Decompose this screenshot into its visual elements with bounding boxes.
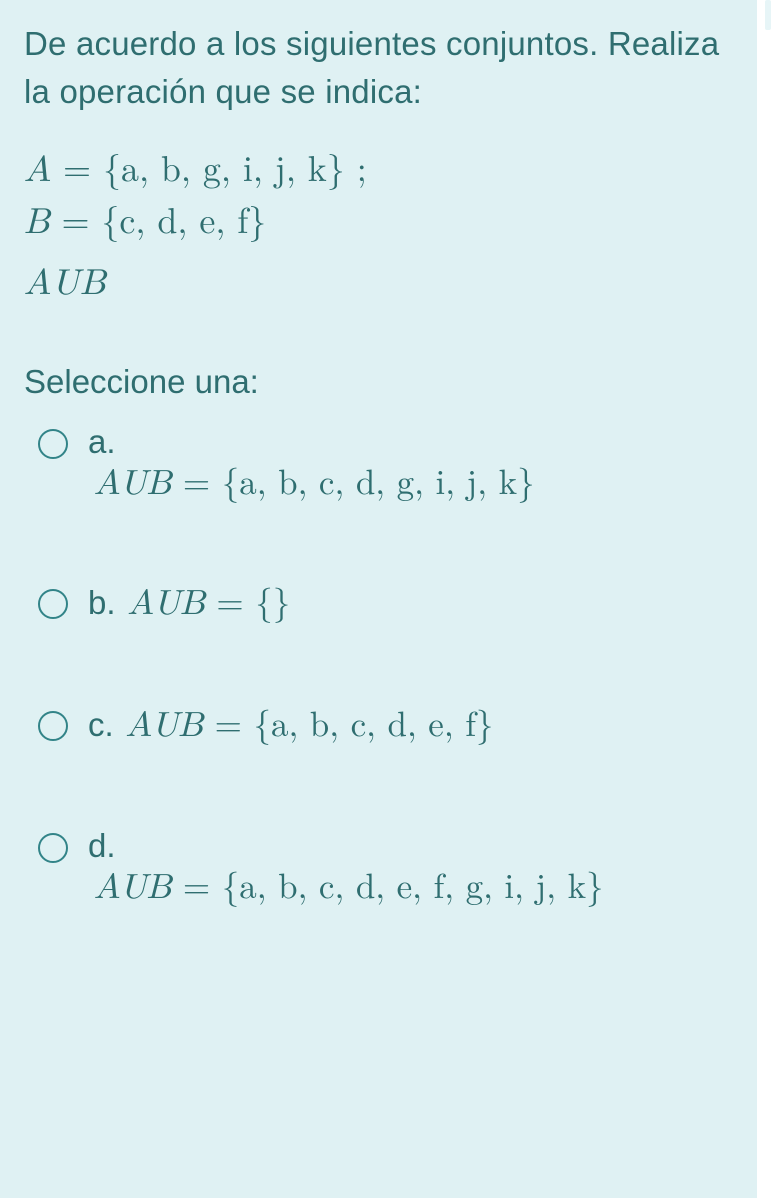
set-a-lhs: A xyxy=(24,152,51,188)
set-b-lhs: B xyxy=(24,204,50,240)
radio-a[interactable] xyxy=(38,429,68,459)
scrollbar-hint xyxy=(765,0,771,30)
option-c-body: c. AUB = {a, b, c, d, e, f} xyxy=(88,705,751,747)
option-b-math: AUB = {} xyxy=(128,583,291,625)
question-sets: A = {a, b, g, i, j, k} ; B = {c, d, e, f… xyxy=(24,144,751,248)
option-c-eq: = xyxy=(203,708,253,743)
option-c-lhs: AUB xyxy=(126,708,203,743)
set-b-rhs: {c, d, e, f} xyxy=(101,204,266,240)
radio-c[interactable] xyxy=(38,711,68,741)
option-c-math: AUB = {a, b, c, d, e, f} xyxy=(126,705,494,747)
operation-label: AUB xyxy=(24,262,751,305)
option-d-body: d. AUB = {a, b, c, d, e, f, g, i, j, k} xyxy=(88,827,751,909)
option-c-rhs: {a, b, c, d, e, f} xyxy=(253,708,493,743)
option-b-eq: = xyxy=(205,586,255,621)
option-d[interactable]: d. AUB = {a, b, c, d, e, f, g, i, j, k} xyxy=(24,827,751,909)
set-a-eq: = xyxy=(51,152,103,188)
set-a-rhs: {a, b, g, i, j, k} ; xyxy=(103,152,367,188)
option-a-math: AUB = {a, b, c, d, g, i, j, k} xyxy=(94,463,751,505)
radio-b[interactable] xyxy=(38,589,68,619)
option-c[interactable]: c. AUB = {a, b, c, d, e, f} xyxy=(24,705,751,747)
select-one-label: Seleccione una: xyxy=(24,363,751,401)
option-d-letter: d. xyxy=(88,827,751,865)
option-b-body: b. AUB = {} xyxy=(88,583,751,625)
option-d-math: AUB = {a, b, c, d, e, f, g, i, j, k} xyxy=(94,867,751,909)
option-b-lhs: AUB xyxy=(128,586,205,621)
right-edge-strip xyxy=(757,0,771,1198)
option-a[interactable]: a. AUB = {a, b, c, d, g, i, j, k} xyxy=(24,423,751,505)
set-b-eq: = xyxy=(50,204,102,240)
option-d-rhs: {a, b, c, d, e, f, g, i, j, k} xyxy=(222,870,604,905)
option-a-lhs: AUB xyxy=(94,466,171,501)
set-a-line: A = {a, b, g, i, j, k} ; xyxy=(24,144,751,196)
option-d-lhs: AUB xyxy=(94,870,171,905)
option-b-letter: b. xyxy=(88,584,116,622)
option-a-rhs: {a, b, c, d, g, i, j, k} xyxy=(222,466,535,501)
option-a-eq: = xyxy=(171,466,221,501)
option-a-letter: a. xyxy=(88,423,751,461)
set-b-line: B = {c, d, e, f} xyxy=(24,196,751,248)
radio-d[interactable] xyxy=(38,833,68,863)
option-b[interactable]: b. AUB = {} xyxy=(24,583,751,625)
option-d-eq: = xyxy=(171,870,221,905)
option-c-letter: c. xyxy=(88,706,114,744)
option-b-rhs: {} xyxy=(255,586,290,621)
option-a-body: a. AUB = {a, b, c, d, g, i, j, k} xyxy=(88,423,751,505)
question-stem: De acuerdo a los siguientes conjuntos. R… xyxy=(24,20,751,116)
options-group: a. AUB = {a, b, c, d, g, i, j, k} b. AUB… xyxy=(24,423,751,909)
